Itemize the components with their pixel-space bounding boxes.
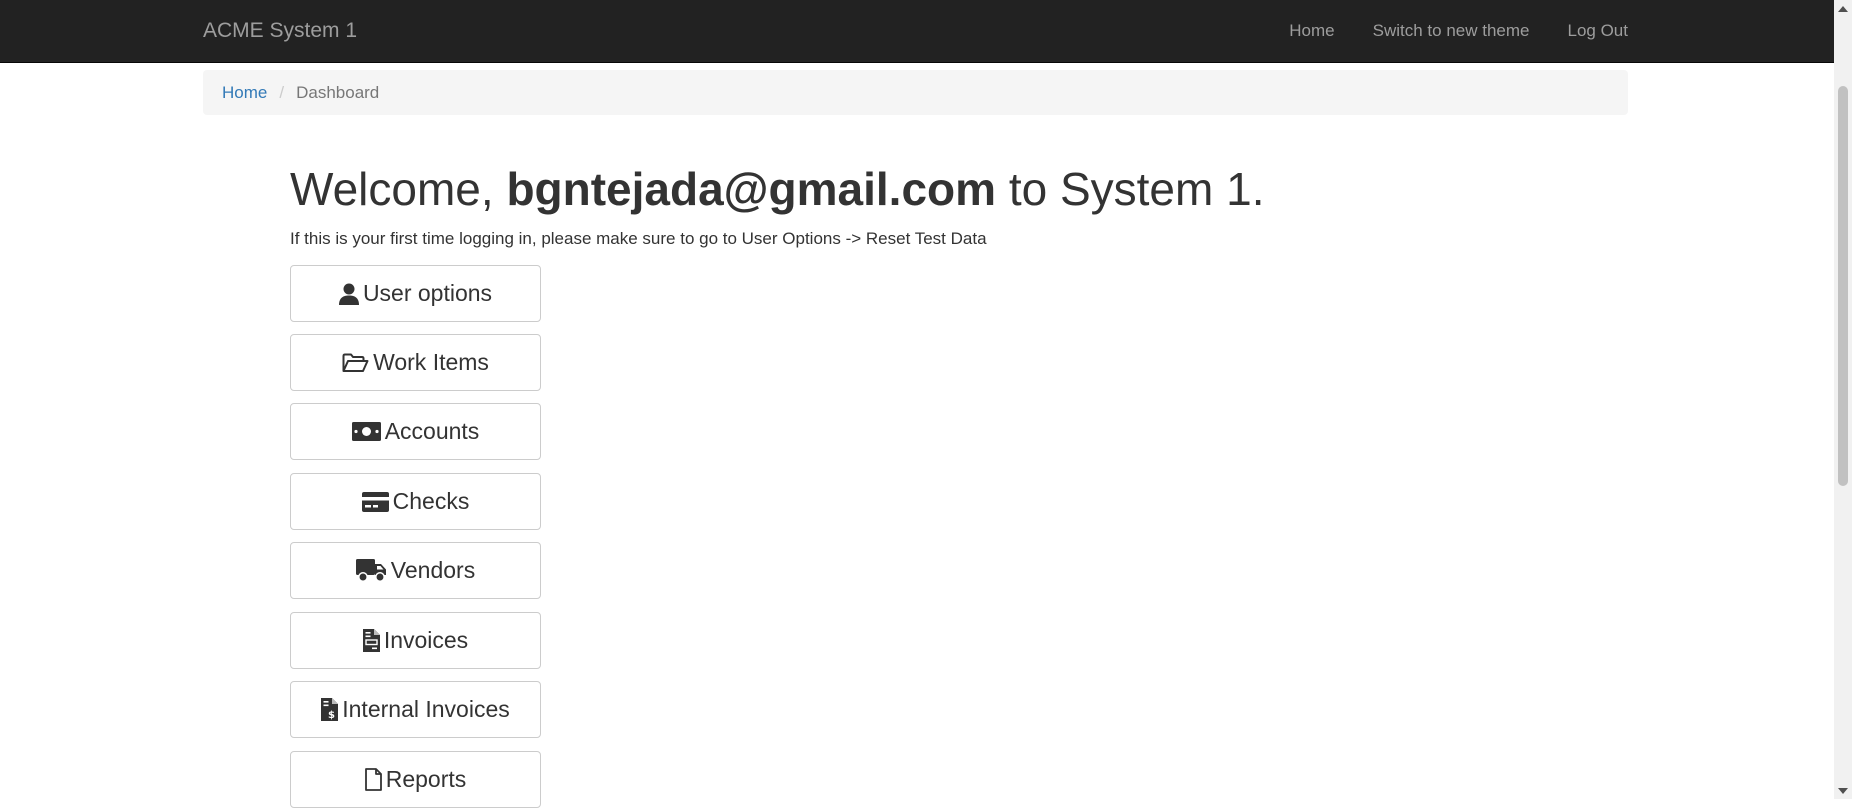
svg-text:$: $ — [328, 710, 335, 721]
invoices-button[interactable]: Invoices — [290, 612, 541, 669]
intro-text: If this is your first time logging in, p… — [290, 229, 987, 248]
scroll-up-icon[interactable] — [1834, 0, 1852, 16]
reports-button[interactable]: Reports — [290, 751, 541, 808]
nav-logout-link[interactable]: Log Out — [1568, 20, 1629, 42]
top-navbar: ACME System 1 Home Switch to new theme L… — [0, 0, 1834, 63]
internal-invoices-label: Internal Invoices — [342, 696, 510, 722]
nav-switch-theme-link[interactable]: Switch to new theme — [1373, 20, 1530, 42]
vendors-button[interactable]: Vendors — [290, 542, 541, 599]
user-icon — [338, 283, 359, 305]
invoices-label: Invoices — [383, 627, 469, 653]
breadcrumb: Home / Dashboard — [203, 70, 1628, 115]
file-icon — [364, 768, 382, 791]
nav-home-link[interactable]: Home — [1289, 20, 1334, 42]
checks-button[interactable]: Checks — [290, 473, 541, 530]
scroll-thumb[interactable] — [1838, 86, 1848, 486]
vendors-label: Vendors — [390, 557, 476, 583]
accounts-label: Accounts — [384, 418, 480, 444]
user-options-button[interactable]: User options — [290, 265, 541, 322]
welcome-email: bgntejada@gmail.com — [506, 163, 997, 215]
folder-open-icon — [342, 353, 369, 373]
truck-icon — [355, 559, 387, 582]
breadcrumb-separator: / — [279, 82, 285, 102]
welcome-suffix: to System 1. — [996, 163, 1265, 215]
brand-title[interactable]: ACME System 1 — [203, 18, 357, 44]
breadcrumb-current: Dashboard — [296, 82, 380, 102]
checks-label: Checks — [392, 488, 470, 514]
internal-invoices-button[interactable]: $ Internal Invoices — [290, 681, 541, 738]
money-bill-icon — [351, 422, 381, 441]
welcome-prefix: Welcome, — [290, 163, 507, 215]
nav-links: Home Switch to new theme Log Out — [1289, 20, 1628, 42]
welcome-heading: Welcome, bgntejada@gmail.com to System 1… — [290, 160, 1264, 218]
work-items-label: Work Items — [373, 349, 489, 375]
accounts-button[interactable]: Accounts — [290, 403, 541, 460]
file-invoice-dollar-icon: $ — [321, 698, 339, 721]
work-items-button[interactable]: Work Items — [290, 334, 541, 391]
credit-card-icon — [361, 491, 389, 512]
scroll-down-icon[interactable] — [1834, 783, 1852, 799]
file-invoice-icon — [362, 629, 380, 652]
breadcrumb-home-link[interactable]: Home — [222, 83, 267, 103]
vertical-scrollbar[interactable] — [1834, 0, 1852, 799]
user-options-label: User options — [362, 280, 493, 306]
reports-label: Reports — [385, 766, 467, 792]
